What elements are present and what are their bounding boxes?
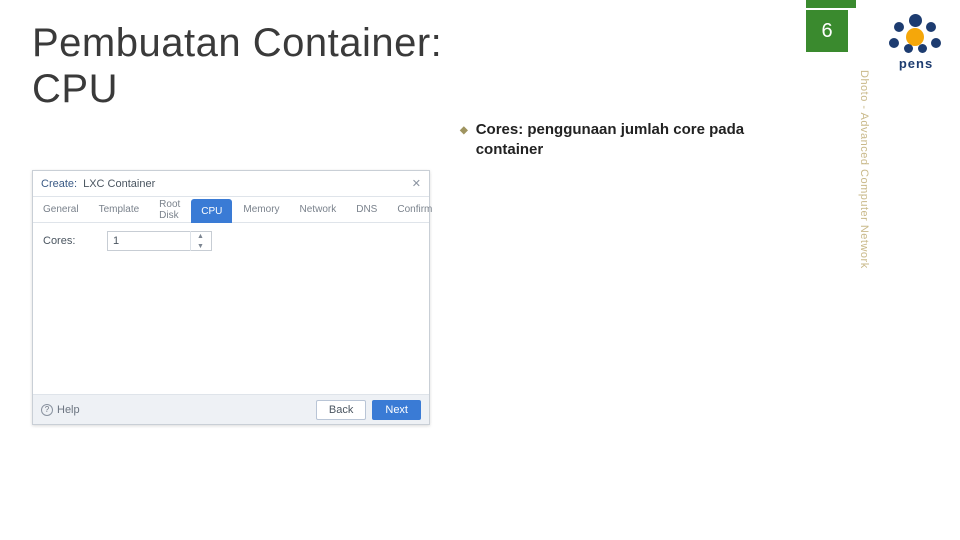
side-credit: Dhoto - Advanced Computer Network [858,70,870,320]
title-line-2: CPU [32,67,118,111]
create-container-dialog: Create: LXC Container ✕ General Template… [32,170,430,425]
page-number-badge: 6 [806,10,848,52]
tab-general[interactable]: General [33,197,89,222]
page-number: 6 [821,20,832,43]
tab-network[interactable]: Network [290,197,347,222]
bullet-text: Cores: penggunaan jumlah core pada conta… [476,120,790,161]
cores-row: Cores: ▲ ▼ [33,223,429,259]
help-button[interactable]: ? Help [41,404,80,416]
dialog-header-title: LXC Container [83,178,155,190]
tab-dns[interactable]: DNS [346,197,387,222]
dialog-footer: ? Help Back Next [33,394,429,424]
pens-logo-text: pens [899,56,933,71]
dialog-tabs: General Template Root Disk CPU Memory Ne… [33,197,429,223]
bullet-marker-icon: ◆ [460,124,468,161]
cores-label: Cores: [43,235,97,247]
tab-cpu[interactable]: CPU [191,199,232,223]
accent-bar [806,0,856,8]
tab-memory[interactable]: Memory [233,197,289,222]
title-line-1: Pembuatan Container: [32,21,442,65]
pens-logo-icon [886,14,946,54]
pens-logo: pens [886,14,946,71]
close-icon[interactable]: ✕ [412,177,421,190]
tab-template[interactable]: Template [89,197,150,222]
tab-root-disk[interactable]: Root Disk [149,197,190,222]
chevron-up-icon[interactable]: ▲ [191,231,210,241]
cores-spinner: ▲ ▼ [190,231,210,251]
tab-confirm[interactable]: Confirm [387,197,442,222]
back-button[interactable]: Back [316,400,366,420]
dialog-header: Create: LXC Container ✕ [33,171,429,197]
slide-title: Pembuatan Container: CPU [32,20,442,112]
slide-root: Pembuatan Container: CPU 6 pens Dhoto - … [0,0,960,540]
cores-stepper[interactable]: ▲ ▼ [107,231,212,251]
chevron-down-icon[interactable]: ▼ [191,241,210,251]
dialog-header-action: Create: [41,178,77,190]
next-button[interactable]: Next [372,400,421,420]
bullet-row: ◆ Cores: penggunaan jumlah core pada con… [460,120,790,161]
help-icon: ? [41,404,53,416]
help-label: Help [57,404,80,416]
cores-input[interactable] [108,235,190,247]
